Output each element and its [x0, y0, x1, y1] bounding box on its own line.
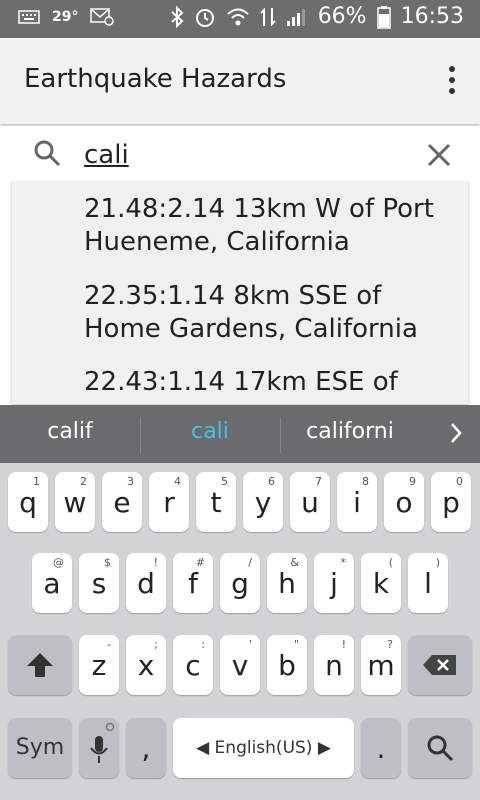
- wifi-icon: [227, 8, 249, 25]
- key-char: i: [353, 486, 361, 519]
- key-r[interactable]: 4r: [149, 472, 189, 532]
- key-d[interactable]: ! d: [126, 553, 166, 613]
- key-char: v: [231, 649, 249, 682]
- key-h[interactable]: & h: [267, 553, 307, 613]
- battery-percent: 66%: [317, 4, 367, 29]
- key-char: j: [330, 567, 338, 600]
- key-char: d: [137, 567, 155, 600]
- space-key[interactable]: ◀ English(US) ▶: [173, 718, 354, 778]
- keyboard: calif cali californi 1q 2w 3e 4r 5t 6y 7…: [0, 405, 480, 800]
- key-i[interactable]: 8i: [337, 472, 377, 532]
- close-icon[interactable]: [426, 142, 452, 168]
- suggestion-list: 21.48:2.14 13km W of Port Hueneme, Calif…: [12, 182, 468, 404]
- key-p[interactable]: 0p: [431, 472, 471, 532]
- key-z[interactable]: -z: [79, 635, 119, 695]
- key-a[interactable]: @ a: [32, 553, 72, 613]
- key-char: p: [442, 486, 460, 519]
- key-w[interactable]: 2w: [55, 472, 95, 532]
- key-char: k: [372, 567, 390, 600]
- app-bar: Earthquake Hazards: [0, 38, 480, 124]
- key-n[interactable]: ! n: [314, 635, 354, 695]
- language-label: ◀ English(US) ▶: [196, 738, 331, 758]
- key-char: t: [210, 486, 222, 519]
- key-y[interactable]: 6y: [243, 472, 283, 532]
- email-icon: [90, 8, 115, 26]
- prediction-bar: calif cali californi: [0, 405, 480, 463]
- key-char: s: [91, 567, 107, 600]
- overflow-menu-icon[interactable]: [448, 66, 456, 96]
- search-key[interactable]: [408, 718, 472, 778]
- key-l[interactable]: ) l: [408, 553, 448, 613]
- key-m[interactable]: ? m: [361, 635, 401, 695]
- key-char: z: [91, 649, 107, 682]
- key-s[interactable]: $ s: [79, 553, 119, 613]
- shift-icon: [27, 653, 53, 677]
- key-char: a: [43, 567, 61, 600]
- bluetooth-icon: [171, 5, 184, 28]
- data-transfer-icon: [259, 7, 276, 26]
- language-name: English(US): [214, 738, 313, 758]
- key-char: m: [367, 649, 395, 682]
- signal-icon: [286, 8, 305, 26]
- backspace-key[interactable]: [408, 635, 472, 695]
- chevron-right-icon[interactable]: [448, 421, 464, 445]
- key-char: w: [63, 486, 87, 519]
- key-q[interactable]: 1q: [8, 472, 48, 532]
- battery-icon: [376, 5, 391, 29]
- key-k[interactable]: (k: [361, 553, 401, 613]
- key-char: e: [113, 486, 131, 519]
- prediction-middle[interactable]: cali: [150, 419, 270, 444]
- key-g[interactable]: / g: [220, 553, 260, 613]
- key-char: l: [424, 567, 432, 600]
- settings-icon: [105, 722, 115, 732]
- comma-label: ,: [141, 732, 151, 765]
- key-char: b: [278, 649, 296, 682]
- key-char: u: [301, 486, 319, 519]
- search-bar: cali: [0, 126, 480, 186]
- prediction-left[interactable]: calif: [10, 419, 130, 444]
- sym-label: Sym: [15, 735, 65, 760]
- clock: 16:53: [400, 4, 464, 29]
- keyboard-icon: [18, 10, 40, 24]
- search-input[interactable]: cali: [84, 140, 129, 170]
- key-e[interactable]: 3e: [102, 472, 142, 532]
- backspace-icon: [423, 655, 456, 675]
- suggestion-item[interactable]: 21.48:2.14 13km W of Port Hueneme, Calif…: [84, 193, 456, 259]
- page-title: Earthquake Hazards: [24, 64, 287, 94]
- status-bar: 29° 66% 16:53: [0, 0, 480, 38]
- key-char: r: [163, 486, 175, 519]
- key-char: f: [188, 567, 198, 600]
- period-key[interactable]: .: [361, 718, 401, 778]
- key-j[interactable]: * j: [314, 553, 354, 613]
- sym-key[interactable]: Sym: [8, 718, 72, 778]
- voice-input-key[interactable]: [79, 718, 119, 778]
- key-char: n: [325, 649, 343, 682]
- key-char: o: [395, 486, 413, 519]
- suggestion-item[interactable]: 22.43:1.14 17km ESE of: [84, 366, 456, 399]
- suggestion-item[interactable]: 22.35:1.14 8km SSE of Home Gardens, Cali…: [84, 280, 456, 346]
- key-v[interactable]: ' v: [220, 635, 260, 695]
- key-b[interactable]: " b: [267, 635, 307, 695]
- alarm-icon: [195, 8, 214, 27]
- key-f[interactable]: # f: [173, 553, 213, 613]
- shift-key[interactable]: [8, 635, 72, 695]
- key-char: c: [185, 649, 201, 682]
- key-char: g: [231, 567, 249, 600]
- key-char: y: [254, 486, 272, 519]
- key-char: x: [137, 649, 155, 682]
- search-icon: [427, 735, 454, 762]
- key-char: h: [278, 567, 296, 600]
- key-u[interactable]: 7u: [290, 472, 330, 532]
- temperature-text: 29°: [52, 9, 79, 25]
- key-char: q: [19, 486, 37, 519]
- key-c[interactable]: :c: [173, 635, 213, 695]
- microphone-icon: [90, 736, 108, 763]
- key-x[interactable]: ; x: [126, 635, 166, 695]
- comma-key[interactable]: ,: [126, 718, 166, 778]
- prediction-right[interactable]: californi: [290, 419, 410, 444]
- period-label: .: [376, 732, 386, 765]
- key-t[interactable]: 5t: [196, 472, 236, 532]
- key-o[interactable]: 9o: [384, 472, 424, 532]
- search-icon: [34, 140, 61, 167]
